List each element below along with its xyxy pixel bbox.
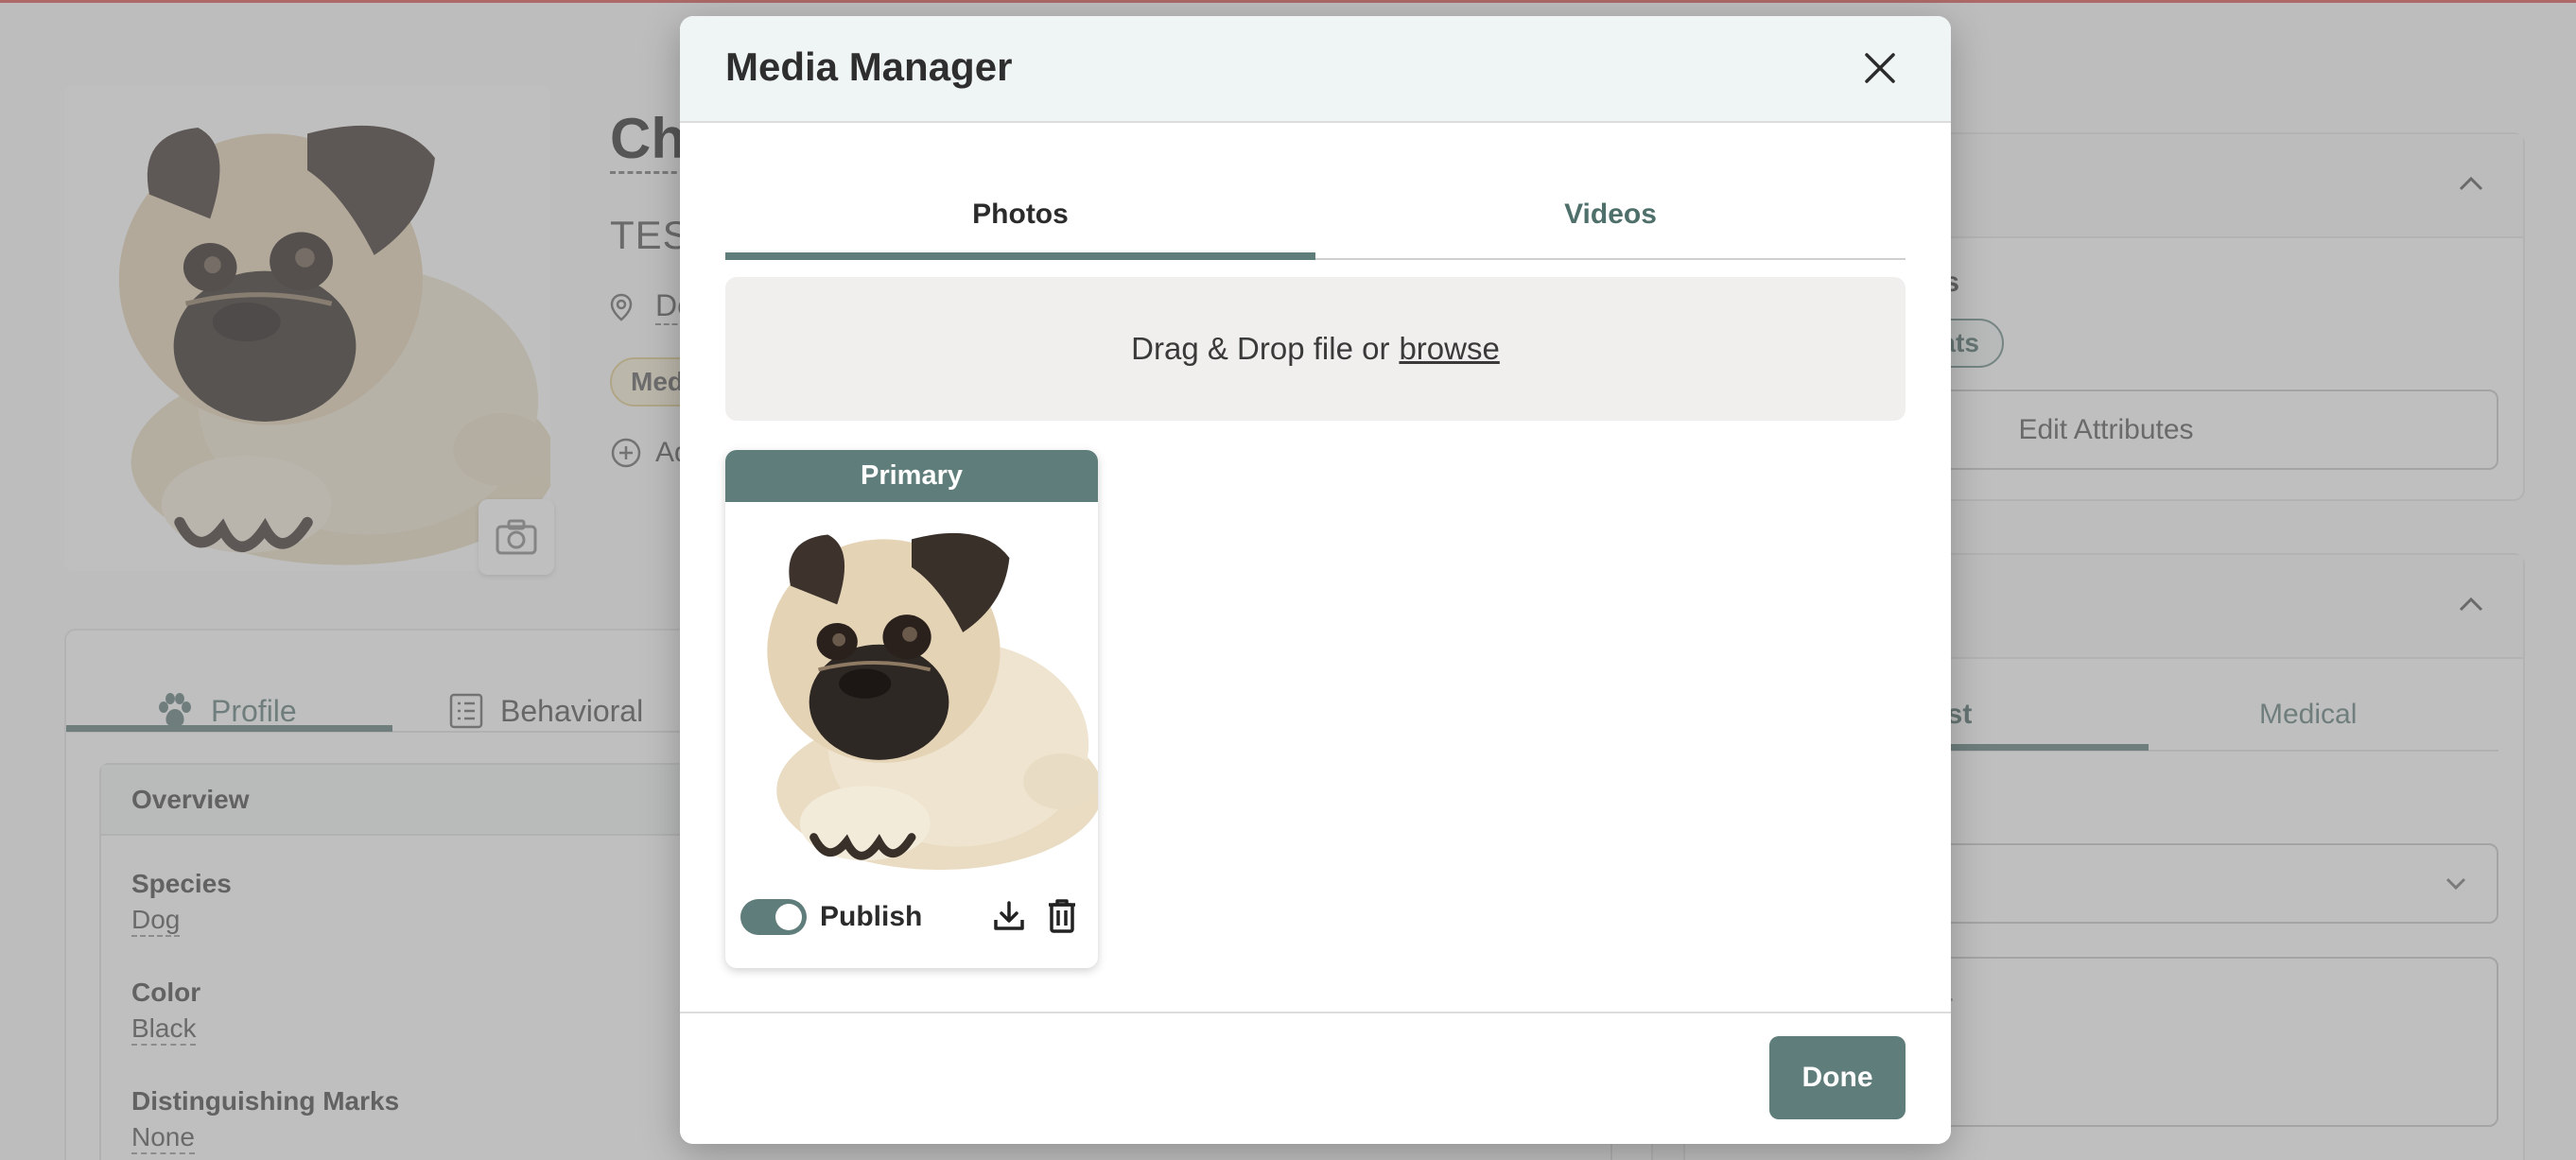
publish-label: Publish xyxy=(820,901,923,932)
tab-photos[interactable]: Photos xyxy=(725,170,1315,258)
modal-header: Media Manager xyxy=(680,16,1951,123)
media-card-footer: Publish xyxy=(725,880,1098,956)
delete-button[interactable] xyxy=(1041,895,1083,937)
modal-footer: Done xyxy=(680,1012,1951,1144)
file-dropzone[interactable]: Drag & Drop file or browse xyxy=(725,277,1906,421)
dropzone-text: Drag & Drop file or xyxy=(1131,331,1390,366)
media-tabs: Photos Videos xyxy=(725,170,1906,262)
download-button[interactable] xyxy=(988,895,1030,937)
modal-title: Media Manager xyxy=(725,44,1013,89)
media-manager-modal: Media Manager Photos Videos Drag & Drop … xyxy=(680,16,1951,1144)
download-icon xyxy=(994,901,1024,930)
close-icon xyxy=(1865,53,1895,83)
toggle-knob xyxy=(775,904,802,930)
browse-link[interactable]: browse xyxy=(1399,331,1499,367)
media-card: Primary Publish xyxy=(725,450,1098,968)
tab-active-indicator xyxy=(725,252,1315,260)
tab-videos[interactable]: Videos xyxy=(1315,170,1906,258)
media-thumbnail[interactable] xyxy=(725,502,1098,874)
primary-badge: Primary xyxy=(725,450,1098,502)
publish-toggle[interactable] xyxy=(740,899,807,935)
close-button[interactable] xyxy=(1856,44,1904,92)
done-button[interactable]: Done xyxy=(1769,1036,1906,1119)
trash-icon xyxy=(1049,899,1075,933)
